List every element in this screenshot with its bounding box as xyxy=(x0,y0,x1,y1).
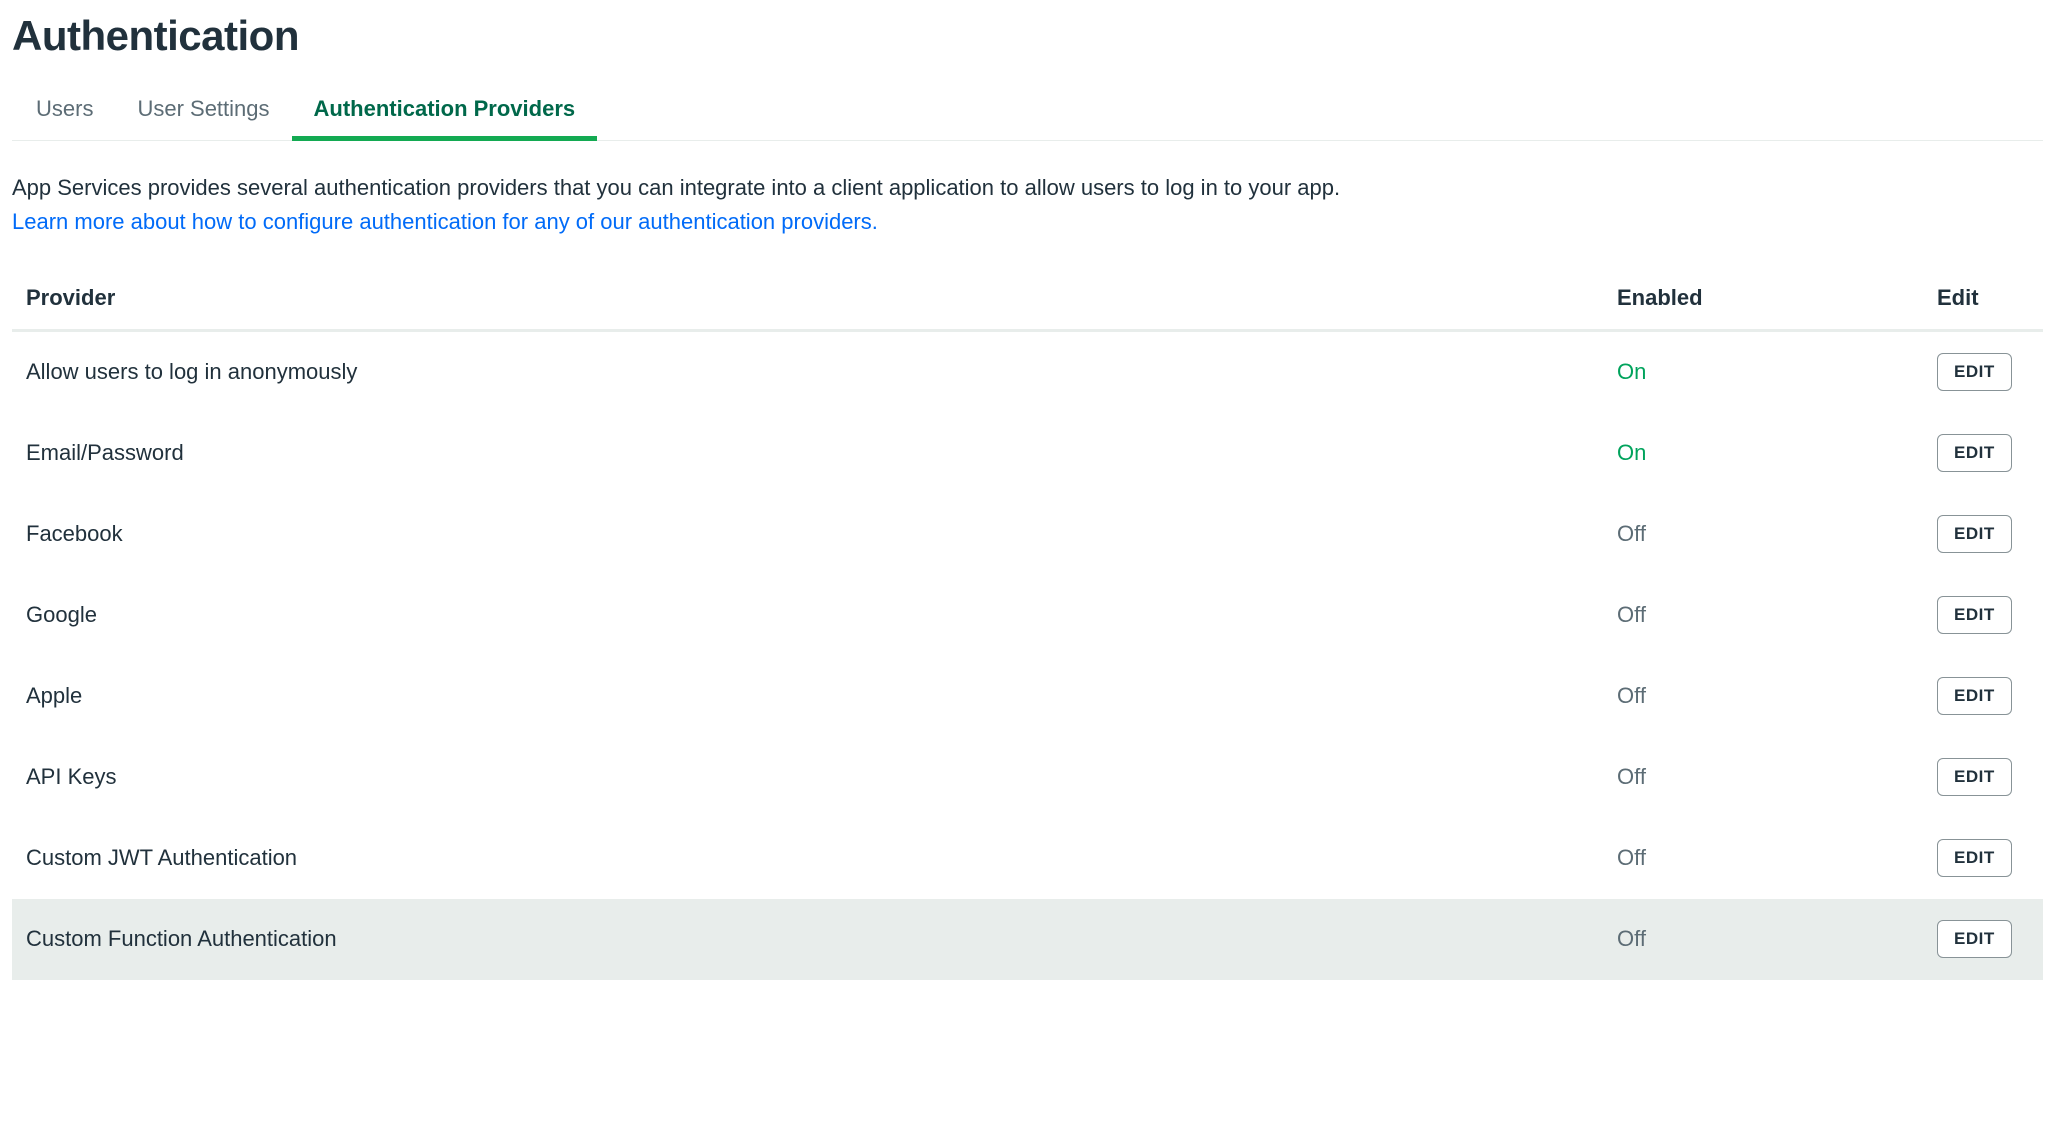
provider-enabled-status: Off xyxy=(1603,737,1923,818)
edit-button[interactable]: EDIT xyxy=(1937,758,2012,796)
table-row: Custom Function Authentication Off EDIT xyxy=(12,899,2043,980)
provider-enabled-status: Off xyxy=(1603,818,1923,899)
status-text: On xyxy=(1617,359,1646,384)
edit-cell: EDIT xyxy=(1923,899,2043,980)
edit-cell: EDIT xyxy=(1923,656,2043,737)
edit-button[interactable]: EDIT xyxy=(1937,677,2012,715)
provider-name: Email/Password xyxy=(12,413,1603,494)
status-text: Off xyxy=(1617,764,1646,789)
edit-cell: EDIT xyxy=(1923,331,2043,413)
column-header-edit: Edit xyxy=(1923,269,2043,331)
edit-cell: EDIT xyxy=(1923,737,2043,818)
table-header-row: Provider Enabled Edit xyxy=(12,269,2043,331)
table-row: API Keys Off EDIT xyxy=(12,737,2043,818)
edit-button[interactable]: EDIT xyxy=(1937,920,2012,958)
table-row: Custom JWT Authentication Off EDIT xyxy=(12,818,2043,899)
provider-name: Allow users to log in anonymously xyxy=(12,331,1603,413)
edit-cell: EDIT xyxy=(1923,818,2043,899)
provider-enabled-status: Off xyxy=(1603,899,1923,980)
edit-button[interactable]: EDIT xyxy=(1937,596,2012,634)
description-text: App Services provides several authentica… xyxy=(12,175,1340,200)
edit-button[interactable]: EDIT xyxy=(1937,839,2012,877)
column-header-enabled: Enabled xyxy=(1603,269,1923,331)
description-block: App Services provides several authentica… xyxy=(12,171,2043,239)
tab-authentication-providers[interactable]: Authentication Providers xyxy=(314,96,576,140)
table-row: Google Off EDIT xyxy=(12,575,2043,656)
provider-enabled-status: Off xyxy=(1603,575,1923,656)
provider-name: API Keys xyxy=(12,737,1603,818)
status-text: Off xyxy=(1617,521,1646,546)
status-text: Off xyxy=(1617,602,1646,627)
edit-cell: EDIT xyxy=(1923,494,2043,575)
table-row: Allow users to log in anonymously On EDIT xyxy=(12,331,2043,413)
provider-enabled-status: On xyxy=(1603,413,1923,494)
edit-cell: EDIT xyxy=(1923,575,2043,656)
column-header-provider: Provider xyxy=(12,269,1603,331)
provider-enabled-status: Off xyxy=(1603,494,1923,575)
status-text: Off xyxy=(1617,683,1646,708)
table-row: Email/Password On EDIT xyxy=(12,413,2043,494)
status-text: Off xyxy=(1617,845,1646,870)
page-title: Authentication xyxy=(12,12,2043,60)
edit-button[interactable]: EDIT xyxy=(1937,515,2012,553)
status-text: On xyxy=(1617,440,1646,465)
provider-name: Google xyxy=(12,575,1603,656)
edit-cell: EDIT xyxy=(1923,413,2043,494)
table-row: Apple Off EDIT xyxy=(12,656,2043,737)
status-text: Off xyxy=(1617,926,1646,951)
provider-name: Facebook xyxy=(12,494,1603,575)
provider-name: Apple xyxy=(12,656,1603,737)
provider-name: Custom Function Authentication xyxy=(12,899,1603,980)
provider-enabled-status: Off xyxy=(1603,656,1923,737)
learn-more-link[interactable]: Learn more about how to configure authen… xyxy=(12,209,878,234)
tab-users[interactable]: Users xyxy=(36,96,93,140)
table-row: Facebook Off EDIT xyxy=(12,494,2043,575)
providers-table: Provider Enabled Edit Allow users to log… xyxy=(12,269,2043,980)
tabs-container: Users User Settings Authentication Provi… xyxy=(12,96,2043,141)
edit-button[interactable]: EDIT xyxy=(1937,353,2012,391)
tab-user-settings[interactable]: User Settings xyxy=(137,96,269,140)
provider-name: Custom JWT Authentication xyxy=(12,818,1603,899)
edit-button[interactable]: EDIT xyxy=(1937,434,2012,472)
provider-enabled-status: On xyxy=(1603,331,1923,413)
